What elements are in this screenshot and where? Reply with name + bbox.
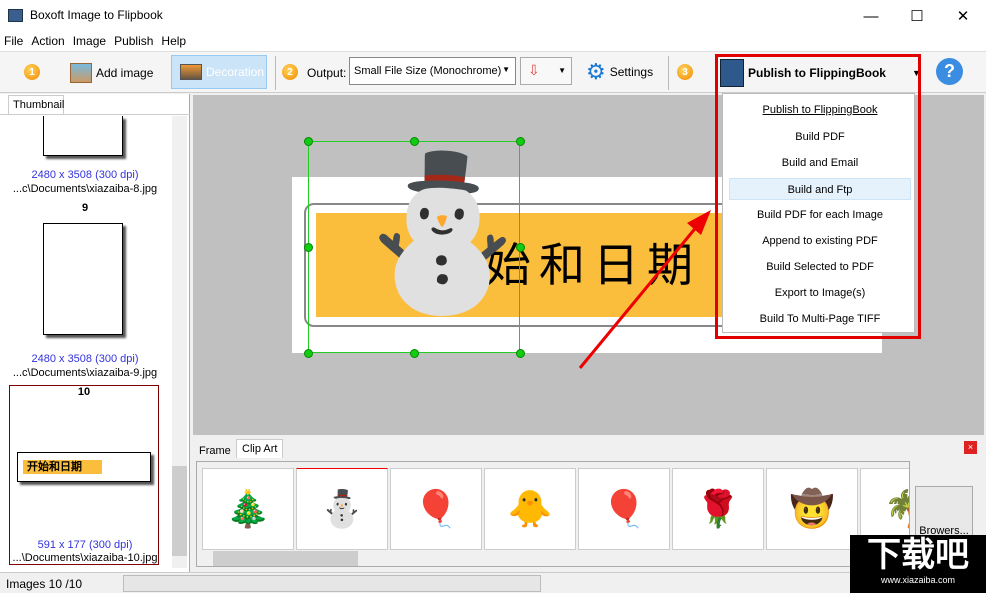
thumbnail-scrollbar[interactable] — [172, 116, 187, 568]
menu-publish[interactable]: Publish — [110, 32, 157, 51]
menu-item-export-images[interactable]: Export to Image(s) — [729, 282, 911, 304]
title-bar: Boxoft Image to Flipbook — ☐ ✕ — [0, 0, 986, 32]
clipart-scrollbar[interactable] — [197, 550, 909, 566]
clipart-item[interactable]: 🎈 — [390, 468, 482, 550]
app-icon — [8, 9, 23, 22]
menu-item-publish-flippingbook[interactable]: Publish to FlippingBook — [729, 99, 911, 121]
image-count: Images 10 /10 — [6, 577, 83, 591]
clipart-item[interactable]: 🐥 — [484, 468, 576, 550]
thumbnail-path: ...c\Documents\xiazaiba-9.jpg — [12, 367, 158, 379]
thumbnail-10[interactable]: 10 开始和日期 591 x 177 (300 dpi) ...\Documen… — [9, 385, 159, 565]
step-2-badge: 2 — [282, 64, 298, 80]
menu-file[interactable]: File — [0, 32, 27, 51]
progress-bar — [123, 575, 541, 592]
menu-item-build-ftp[interactable]: Build and Ftp — [729, 178, 911, 200]
help-icon[interactable]: ? — [936, 58, 963, 85]
tab-clip-art[interactable]: Clip Art — [236, 439, 284, 458]
add-image-button[interactable]: Add image — [70, 61, 153, 85]
minimize-button[interactable]: — — [848, 0, 894, 32]
browse-button[interactable]: Browers... — [915, 486, 973, 542]
thumbnail-8[interactable] — [43, 116, 123, 156]
step-3-badge: 3 — [677, 64, 693, 80]
thumbnail-dims: 2480 x 3508 (300 dpi) — [31, 169, 139, 181]
tab-thumbnail[interactable]: Thumbnail — [8, 95, 64, 115]
gear-icon: ⚙ — [586, 59, 606, 84]
output-label: Output: — [307, 66, 347, 80]
menu-item-append-pdf[interactable]: Append to existing PDF — [729, 230, 911, 252]
layout-icon: ⇩ — [528, 62, 540, 78]
menu-image[interactable]: Image — [69, 32, 110, 51]
clipart-item[interactable]: 🌹 — [672, 468, 764, 550]
menu-item-build-tiff[interactable]: Build To Multi-Page TIFF — [729, 308, 911, 330]
clipart-list: 🎄 ⛄ 🎈 🐥 🎈 🌹 🤠 🌴 — [196, 461, 910, 567]
thumbnail-path: ...c\Documents\xiazaiba-8.jpg — [12, 183, 158, 195]
add-image-icon — [70, 63, 92, 83]
menu-action[interactable]: Action — [27, 32, 68, 51]
watermark-logo: 下载吧 www.xiazaiba.com — [850, 535, 986, 593]
menu-help[interactable]: Help — [157, 32, 190, 51]
menu-item-build-pdf[interactable]: Build PDF — [729, 126, 911, 148]
thumbnail-panel: Thumbnail 2480 x 3508 (300 dpi) ...c\Doc… — [0, 94, 190, 572]
thumbnail-dims: 2480 x 3508 (300 dpi) — [31, 353, 139, 365]
output-select[interactable]: Small File Size (Monochrome) ▼ — [349, 57, 516, 85]
thumbnail-9[interactable] — [43, 223, 123, 335]
layout-dropdown[interactable]: ⇩ ▼ — [520, 57, 572, 85]
clipart-item[interactable]: 🎄 — [202, 468, 294, 550]
decoration-icon — [180, 64, 202, 80]
tab-frame[interactable]: Frame — [195, 443, 235, 459]
close-button[interactable]: ✕ — [940, 0, 986, 32]
clipart-item[interactable]: ⛄ — [296, 468, 388, 550]
menu-item-build-pdf-each[interactable]: Build PDF for each Image — [729, 204, 911, 226]
settings-button[interactable]: ⚙ Settings — [586, 61, 653, 83]
step-1-badge: 1 — [24, 64, 40, 80]
maximize-button[interactable]: ☐ — [894, 0, 940, 32]
clipart-item[interactable]: 🤠 — [766, 468, 858, 550]
decoration-button[interactable]: Decoration — [171, 55, 267, 89]
window-title: Boxoft Image to Flipbook — [30, 8, 163, 22]
menu-bar: File Action Image Publish Help — [0, 32, 986, 51]
status-bar: Images 10 /10 — [0, 572, 986, 593]
menu-item-build-selected-pdf[interactable]: Build Selected to PDF — [729, 256, 911, 278]
clipart-item[interactable]: 🎈 — [578, 468, 670, 550]
publish-menu: Publish to FlippingBook Build PDF Build … — [722, 93, 915, 333]
close-panel-icon[interactable]: × — [964, 441, 977, 454]
menu-item-build-email[interactable]: Build and Email — [729, 152, 911, 174]
